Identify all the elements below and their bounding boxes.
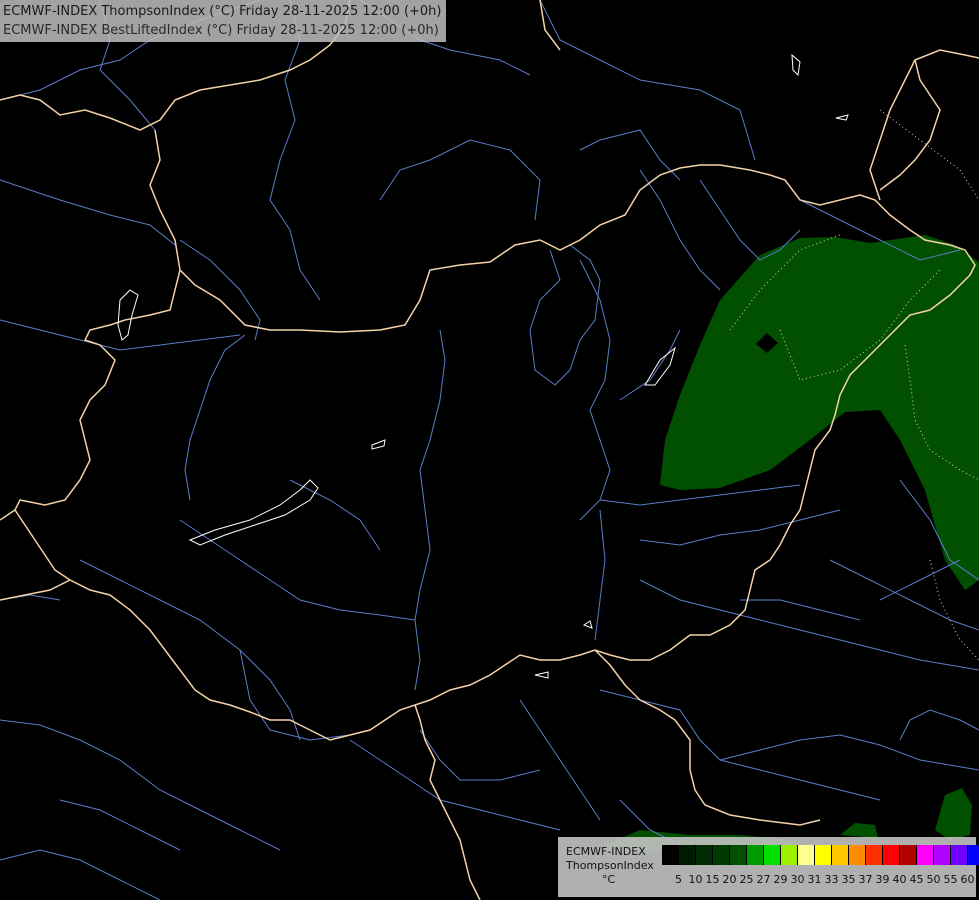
legend-tick: 31 bbox=[807, 873, 822, 886]
legend-swatch bbox=[679, 845, 696, 865]
legend-swatch bbox=[781, 845, 798, 865]
legend-swatch bbox=[968, 845, 979, 865]
legend-unit: °C bbox=[602, 873, 616, 886]
legend-swatch bbox=[934, 845, 951, 865]
legend-swatches bbox=[662, 845, 979, 865]
legend-label: ECMWF-INDEX ThompsonIndex °C bbox=[566, 845, 654, 887]
title-thompson-index: ECMWF-INDEX ThompsonIndex (°C) Friday 28… bbox=[3, 4, 442, 19]
legend-tick: 60 bbox=[960, 873, 975, 886]
legend-swatch bbox=[764, 845, 781, 865]
legend-swatch bbox=[713, 845, 730, 865]
legend-tick: 30 bbox=[790, 873, 805, 886]
legend-tick: 55 bbox=[943, 873, 958, 886]
legend-swatch bbox=[849, 845, 866, 865]
title-best-lifted-index: ECMWF-INDEX BestLiftedIndex (°C) Friday … bbox=[3, 23, 439, 38]
legend-tick: 39 bbox=[875, 873, 890, 886]
legend-tick: 27 bbox=[756, 873, 771, 886]
legend-tick: 29 bbox=[773, 873, 788, 886]
legend-param: ThompsonIndex bbox=[566, 859, 654, 872]
legend-tick: 33 bbox=[824, 873, 839, 886]
legend-swatch bbox=[832, 845, 849, 865]
legend-tick: 5 bbox=[675, 873, 682, 886]
legend-swatch bbox=[866, 845, 883, 865]
legend-tick: 35 bbox=[841, 873, 856, 886]
legend-tick: 15 bbox=[705, 873, 720, 886]
legend-tick: 10 bbox=[688, 873, 703, 886]
legend-swatch bbox=[917, 845, 934, 865]
weather-map bbox=[0, 0, 979, 900]
legend-tick: 40 bbox=[892, 873, 907, 886]
legend-swatch bbox=[883, 845, 900, 865]
legend-swatch bbox=[815, 845, 832, 865]
map-title-box: ECMWF-INDEX ThompsonIndex (°C) Friday 28… bbox=[0, 0, 446, 42]
legend-swatch bbox=[900, 845, 917, 865]
legend-tick: 37 bbox=[858, 873, 873, 886]
legend-tick: 20 bbox=[722, 873, 737, 886]
legend-tick: 50 bbox=[926, 873, 941, 886]
legend-swatch bbox=[798, 845, 815, 865]
legend-tick: 45 bbox=[909, 873, 924, 886]
legend-swatch bbox=[730, 845, 747, 865]
legend-ticks: 5 10 15 20 25 27 29 30 31 33 35 37 39 40 45 50 55 60 bbox=[662, 873, 976, 886]
legend-model: ECMWF-INDEX bbox=[566, 845, 646, 858]
legend-swatch bbox=[662, 845, 679, 865]
color-legend: ECMWF-INDEX ThompsonIndex °C 5 10 15 20 25 27… bbox=[558, 837, 979, 897]
legend-swatch bbox=[747, 845, 764, 865]
legend-swatch bbox=[696, 845, 713, 865]
legend-swatch bbox=[951, 845, 968, 865]
legend-tick: 25 bbox=[739, 873, 754, 886]
